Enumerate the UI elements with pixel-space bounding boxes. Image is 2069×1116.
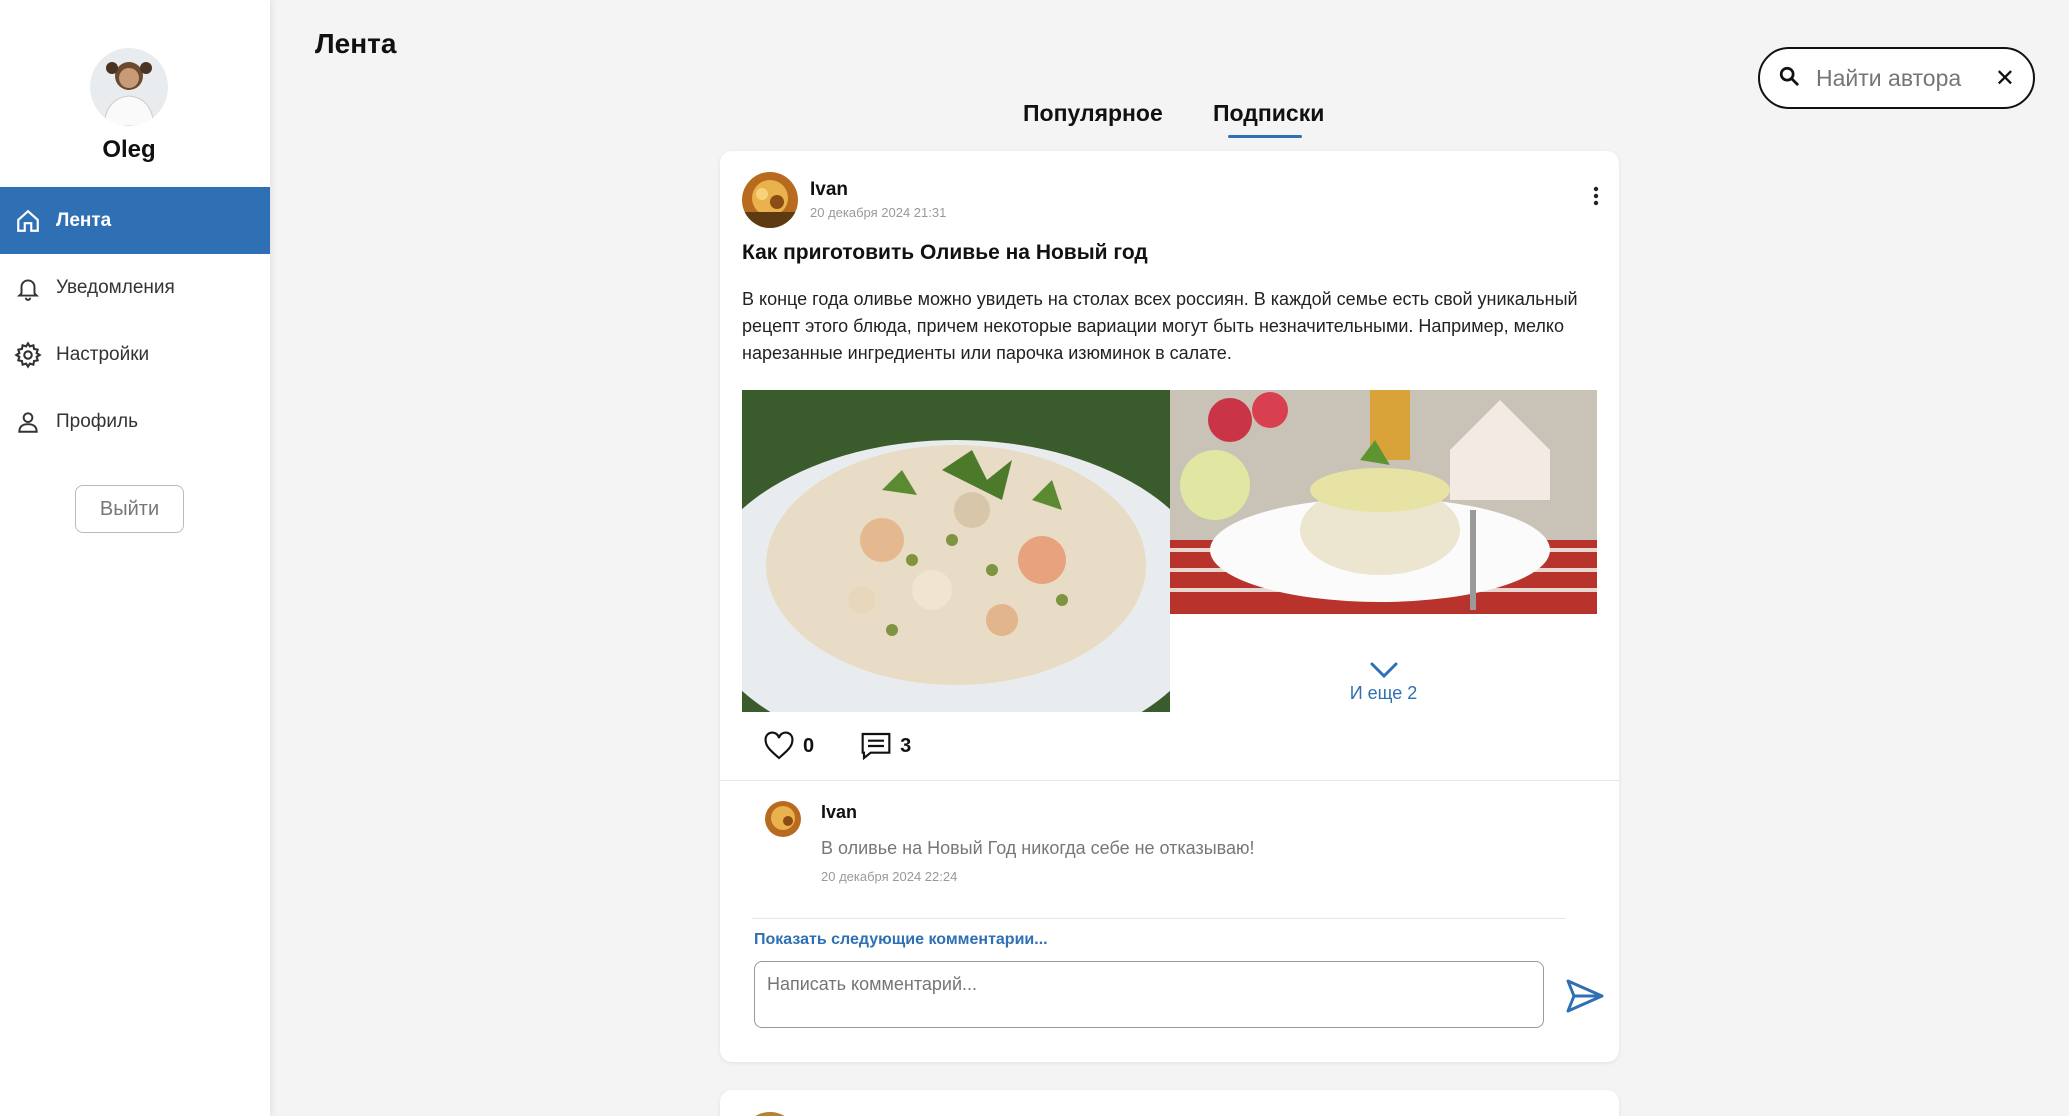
home-icon (14, 207, 42, 235)
post-card (720, 1090, 1619, 1116)
author-avatar[interactable] (742, 1112, 798, 1116)
page-title: Лента (315, 28, 397, 59)
sidebar-item-profile[interactable]: Профиль (0, 388, 270, 455)
post-text: В конце года оливье можно увидеть на сто… (742, 289, 1578, 363)
post-image[interactable] (742, 390, 1170, 712)
post-date: 20 декабря 2024 21:31 (810, 205, 947, 220)
post-author[interactable]: Ivan (810, 179, 848, 201)
comments-button[interactable]: 3 (860, 731, 911, 761)
chevron-down-icon (1370, 662, 1397, 679)
show-more-comments-link[interactable]: Показать следующие комментарии... (754, 931, 1048, 949)
tab-popular[interactable]: Популярное (1023, 100, 1163, 127)
like-button[interactable]: 0 (763, 731, 814, 761)
comment-icon (861, 732, 891, 761)
search-input[interactable] (1816, 64, 1981, 92)
tab-subscriptions[interactable]: Подписки (1213, 100, 1324, 127)
send-icon[interactable] (1565, 978, 1605, 1014)
like-count: 0 (803, 734, 815, 757)
comment-input[interactable] (754, 961, 1544, 1028)
search-icon[interactable] (1778, 65, 1800, 92)
comments-count: 3 (900, 734, 912, 757)
sidebar-item-settings[interactable]: Настройки (0, 321, 270, 388)
sidebar-item-label: Лента (56, 209, 112, 231)
post-image[interactable] (1170, 390, 1597, 614)
sidebar-item-label: Уведомления (56, 276, 175, 298)
sidebar-item-feed[interactable]: Лента (0, 187, 270, 254)
post-title: Как приготовить Оливье на Новый год (742, 241, 1148, 264)
commenter-avatar[interactable] (765, 801, 801, 837)
heart-icon (764, 731, 794, 760)
comment-text: В оливье на Новый Год никогда себе не от… (821, 838, 1255, 858)
active-tab-indicator (1228, 135, 1302, 138)
sidebar-item-label: Настройки (56, 343, 150, 365)
sidebar: Oleg Лента Уведомления Настройки Профиль… (0, 0, 270, 1116)
post-card: Ivan 20 декабря 2024 21:31 Как приготови… (720, 151, 1619, 1062)
comment-author[interactable]: Ivan (821, 802, 857, 823)
post-actions: 0 3 (763, 731, 957, 761)
sidebar-item-notifications[interactable]: Уведомления (0, 254, 270, 321)
user-avatar[interactable] (90, 48, 168, 126)
divider (752, 918, 1566, 919)
more-images-label: И еще 2 (1349, 683, 1418, 703)
close-icon[interactable]: ✕ (1995, 64, 2015, 93)
divider (720, 780, 1619, 781)
logout-button[interactable]: Выйти (75, 485, 184, 533)
user-icon (14, 408, 42, 436)
user-name: Oleg (102, 136, 156, 163)
gear-icon (14, 340, 42, 369)
bell-icon (14, 274, 42, 302)
author-search[interactable]: ✕ (1758, 47, 2035, 109)
author-avatar[interactable] (742, 172, 798, 228)
more-options-icon[interactable] (1591, 185, 1601, 207)
comment-date: 20 декабря 2024 22:24 (821, 869, 958, 884)
more-images-button[interactable]: И еще 2 (1170, 661, 1597, 704)
sidebar-item-label: Профиль (56, 410, 139, 432)
